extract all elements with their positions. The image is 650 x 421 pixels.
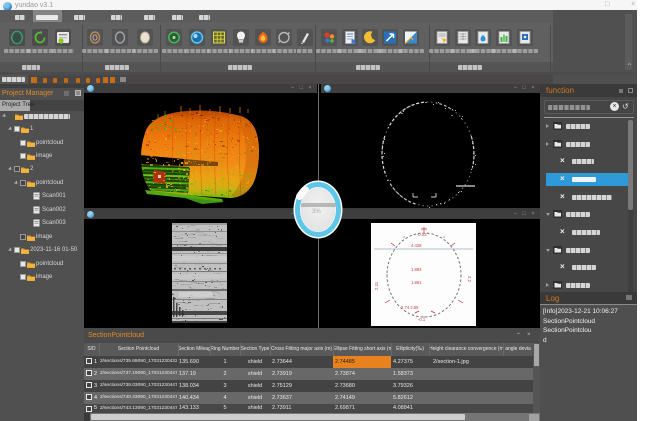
svg-text:-0.1: -0.1 [418,317,426,322]
svg-text:2.2: 2.2 [467,276,472,282]
svg-text:2.74 2.65: 2.74 2.65 [401,305,419,310]
svg-text:1.893: 1.893 [411,267,422,272]
svg-text:-0.02: -0.02 [417,232,427,237]
svg-text:4.428: 4.428 [411,243,422,248]
svg-text:2.31: 2.31 [374,281,379,290]
svg-text:1.891: 1.891 [411,280,422,285]
